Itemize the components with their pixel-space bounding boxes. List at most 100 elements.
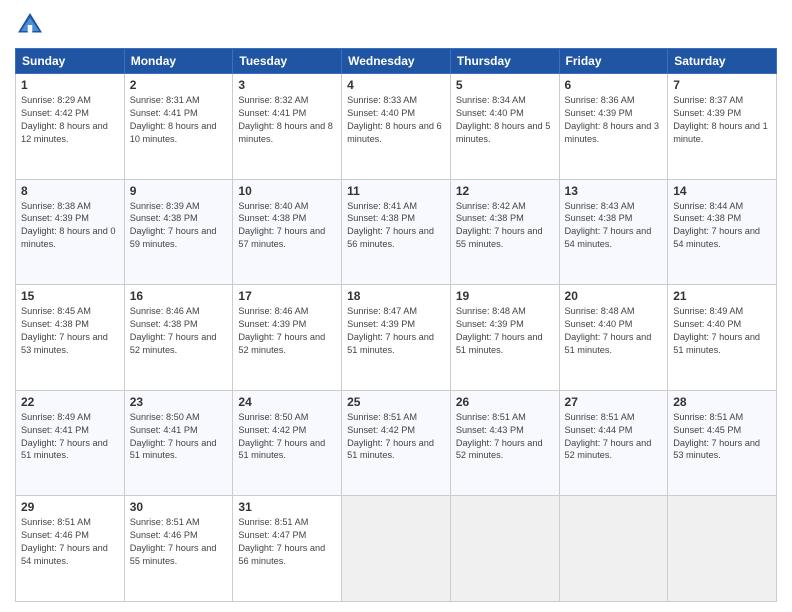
table-row: 24 Sunrise: 8:50 AMSunset: 4:42 PMDayligh… <box>233 390 342 496</box>
day-info: Sunrise: 8:51 AMSunset: 4:42 PMDaylight:… <box>347 411 445 463</box>
day-info: Sunrise: 8:48 AMSunset: 4:39 PMDaylight:… <box>456 305 554 357</box>
table-row <box>450 496 559 602</box>
day-number: 24 <box>238 395 336 409</box>
table-row: 7 Sunrise: 8:37 AMSunset: 4:39 PMDaylight… <box>668 74 777 180</box>
day-info: Sunrise: 8:42 AMSunset: 4:38 PMDaylight:… <box>456 200 554 252</box>
day-number: 4 <box>347 78 445 92</box>
header-sunday: Sunday <box>16 49 125 74</box>
table-row: 21 Sunrise: 8:49 AMSunset: 4:40 PMDayligh… <box>668 285 777 391</box>
day-info: Sunrise: 8:34 AMSunset: 4:40 PMDaylight:… <box>456 94 554 146</box>
table-row: 25 Sunrise: 8:51 AMSunset: 4:42 PMDayligh… <box>342 390 451 496</box>
header <box>15 10 777 40</box>
calendar-week-row: 29 Sunrise: 8:51 AMSunset: 4:46 PMDayligh… <box>16 496 777 602</box>
day-number: 23 <box>130 395 228 409</box>
table-row: 13 Sunrise: 8:43 AMSunset: 4:38 PMDayligh… <box>559 179 668 285</box>
day-info: Sunrise: 8:41 AMSunset: 4:38 PMDaylight:… <box>347 200 445 252</box>
day-info: Sunrise: 8:38 AMSunset: 4:39 PMDaylight:… <box>21 200 119 252</box>
day-number: 20 <box>565 289 663 303</box>
header-tuesday: Tuesday <box>233 49 342 74</box>
day-info: Sunrise: 8:37 AMSunset: 4:39 PMDaylight:… <box>673 94 771 146</box>
table-row: 15 Sunrise: 8:45 AMSunset: 4:38 PMDayligh… <box>16 285 125 391</box>
day-info: Sunrise: 8:36 AMSunset: 4:39 PMDaylight:… <box>565 94 663 146</box>
day-number: 7 <box>673 78 771 92</box>
calendar: Sunday Monday Tuesday Wednesday Thursday… <box>15 48 777 602</box>
day-info: Sunrise: 8:48 AMSunset: 4:40 PMDaylight:… <box>565 305 663 357</box>
day-number: 8 <box>21 184 119 198</box>
day-info: Sunrise: 8:31 AMSunset: 4:41 PMDaylight:… <box>130 94 228 146</box>
header-monday: Monday <box>124 49 233 74</box>
day-number: 14 <box>673 184 771 198</box>
day-number: 28 <box>673 395 771 409</box>
calendar-week-row: 22Sunrise: 8:49 AMSunset: 4:41 PMDayligh… <box>16 390 777 496</box>
table-row: 18 Sunrise: 8:47 AMSunset: 4:39 PMDayligh… <box>342 285 451 391</box>
table-row: 6 Sunrise: 8:36 AMSunset: 4:39 PMDaylight… <box>559 74 668 180</box>
day-info: Sunrise: 8:39 AMSunset: 4:38 PMDaylight:… <box>130 200 228 252</box>
table-row <box>342 496 451 602</box>
day-number: 25 <box>347 395 445 409</box>
day-info: Sunrise: 8:51 AMSunset: 4:46 PMDaylight:… <box>130 516 228 568</box>
table-row: 23 Sunrise: 8:50 AMSunset: 4:41 PMDayligh… <box>124 390 233 496</box>
day-info: Sunrise: 8:51 AMSunset: 4:46 PMDaylight:… <box>21 516 119 568</box>
day-number: 1 <box>21 78 119 92</box>
day-info: Sunrise: 8:45 AMSunset: 4:38 PMDaylight:… <box>21 305 119 357</box>
day-number: 2 <box>130 78 228 92</box>
day-number: 26 <box>456 395 554 409</box>
table-row: 5 Sunrise: 8:34 AMSunset: 4:40 PMDaylight… <box>450 74 559 180</box>
table-row: 17 Sunrise: 8:46 AMSunset: 4:39 PMDayligh… <box>233 285 342 391</box>
day-number: 19 <box>456 289 554 303</box>
day-number: 12 <box>456 184 554 198</box>
day-number: 17 <box>238 289 336 303</box>
table-row: 4 Sunrise: 8:33 AMSunset: 4:40 PMDaylight… <box>342 74 451 180</box>
day-number: 15 <box>21 289 119 303</box>
table-row: 8 Sunrise: 8:38 AMSunset: 4:39 PMDaylight… <box>16 179 125 285</box>
day-number: 13 <box>565 184 663 198</box>
day-info: Sunrise: 8:46 AMSunset: 4:38 PMDaylight:… <box>130 305 228 357</box>
day-info: Sunrise: 8:33 AMSunset: 4:40 PMDaylight:… <box>347 94 445 146</box>
day-info: Sunrise: 8:46 AMSunset: 4:39 PMDaylight:… <box>238 305 336 357</box>
day-info: Sunrise: 8:43 AMSunset: 4:38 PMDaylight:… <box>565 200 663 252</box>
day-number: 21 <box>673 289 771 303</box>
header-thursday: Thursday <box>450 49 559 74</box>
day-info: Sunrise: 8:44 AMSunset: 4:38 PMDaylight:… <box>673 200 771 252</box>
day-number: 29 <box>21 500 119 514</box>
day-number: 6 <box>565 78 663 92</box>
day-info: Sunrise: 8:49 AMSunset: 4:41 PMDaylight:… <box>21 411 119 463</box>
calendar-week-row: 8 Sunrise: 8:38 AMSunset: 4:39 PMDaylight… <box>16 179 777 285</box>
day-info: Sunrise: 8:51 AMSunset: 4:47 PMDaylight:… <box>238 516 336 568</box>
day-info: Sunrise: 8:49 AMSunset: 4:40 PMDaylight:… <box>673 305 771 357</box>
day-info: Sunrise: 8:32 AMSunset: 4:41 PMDaylight:… <box>238 94 336 146</box>
table-row: 12 Sunrise: 8:42 AMSunset: 4:38 PMDayligh… <box>450 179 559 285</box>
table-row: 10Sunrise: 8:40 AMSunset: 4:38 PMDayligh… <box>233 179 342 285</box>
day-number: 11 <box>347 184 445 198</box>
day-info: Sunrise: 8:40 AMSunset: 4:38 PMDaylight:… <box>238 200 336 252</box>
page: Sunday Monday Tuesday Wednesday Thursday… <box>0 0 792 612</box>
table-row: 20 Sunrise: 8:48 AMSunset: 4:40 PMDayligh… <box>559 285 668 391</box>
table-row <box>559 496 668 602</box>
table-row: 28Sunrise: 8:51 AMSunset: 4:45 PMDayligh… <box>668 390 777 496</box>
day-info: Sunrise: 8:47 AMSunset: 4:39 PMDaylight:… <box>347 305 445 357</box>
table-row: 14 Sunrise: 8:44 AMSunset: 4:38 PMDayligh… <box>668 179 777 285</box>
day-info: Sunrise: 8:51 AMSunset: 4:43 PMDaylight:… <box>456 411 554 463</box>
day-number: 18 <box>347 289 445 303</box>
day-info: Sunrise: 8:50 AMSunset: 4:41 PMDaylight:… <box>130 411 228 463</box>
header-wednesday: Wednesday <box>342 49 451 74</box>
table-row <box>668 496 777 602</box>
table-row: 31 Sunrise: 8:51 AMSunset: 4:47 PMDayligh… <box>233 496 342 602</box>
day-number: 5 <box>456 78 554 92</box>
day-number: 16 <box>130 289 228 303</box>
table-row: 3 Sunrise: 8:32 AMSunset: 4:41 PMDaylight… <box>233 74 342 180</box>
day-number: 31 <box>238 500 336 514</box>
day-number: 30 <box>130 500 228 514</box>
table-row: 22Sunrise: 8:49 AMSunset: 4:41 PMDayligh… <box>16 390 125 496</box>
table-row: 2 Sunrise: 8:31 AMSunset: 4:41 PMDaylight… <box>124 74 233 180</box>
day-number: 3 <box>238 78 336 92</box>
table-row: 9Sunrise: 8:39 AMSunset: 4:38 PMDaylight… <box>124 179 233 285</box>
logo <box>15 10 49 40</box>
calendar-week-row: 15 Sunrise: 8:45 AMSunset: 4:38 PMDayligh… <box>16 285 777 391</box>
day-info: Sunrise: 8:50 AMSunset: 4:42 PMDaylight:… <box>238 411 336 463</box>
table-row: 27Sunrise: 8:51 AMSunset: 4:44 PMDayligh… <box>559 390 668 496</box>
table-row: 30 Sunrise: 8:51 AMSunset: 4:46 PMDayligh… <box>124 496 233 602</box>
table-row: 19 Sunrise: 8:48 AMSunset: 4:39 PMDayligh… <box>450 285 559 391</box>
table-row: 1Sunrise: 8:29 AMSunset: 4:42 PMDaylight… <box>16 74 125 180</box>
table-row: 29 Sunrise: 8:51 AMSunset: 4:46 PMDayligh… <box>16 496 125 602</box>
